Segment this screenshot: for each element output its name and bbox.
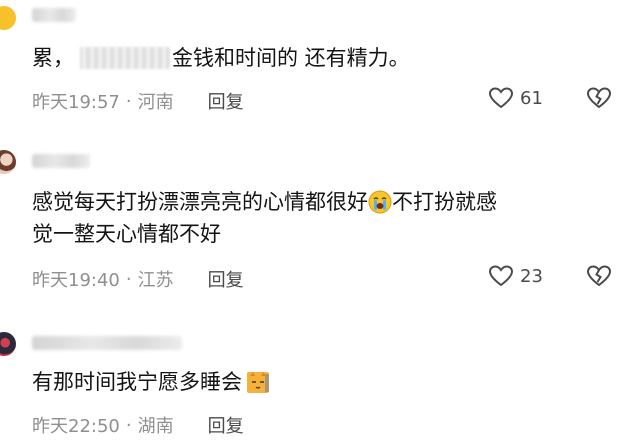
like-count: 61 bbox=[520, 87, 543, 109]
comment-time: 昨天19:40 bbox=[32, 270, 120, 291]
broken-heart-icon bbox=[586, 87, 612, 109]
comment-time: 昨天19:57 bbox=[32, 92, 120, 113]
reply-button[interactable]: 回复 bbox=[208, 88, 244, 114]
username-blurred[interactable] bbox=[32, 154, 90, 168]
comment-text: 累， 金钱和时间的 还有精力。 bbox=[32, 42, 630, 74]
comment-text-part: 不打扮就感 bbox=[392, 190, 497, 214]
username-blurred[interactable] bbox=[32, 8, 76, 22]
redacted-text bbox=[80, 47, 170, 69]
avatar[interactable] bbox=[0, 332, 16, 356]
comment-location: 江苏 bbox=[137, 270, 174, 291]
like-button[interactable]: 23 bbox=[488, 264, 543, 288]
avatar[interactable] bbox=[0, 6, 16, 30]
comment-text-part: 有那时间我宁愿多睡会 bbox=[32, 370, 242, 394]
dislike-button[interactable] bbox=[586, 264, 612, 292]
comment-text: 感觉每天打扮漂漂亮亮的心情都很好 不打扮就感 觉一整天心情都不好 bbox=[32, 186, 630, 250]
dislike-button[interactable] bbox=[586, 86, 612, 114]
comment-text: 有那时间我宁愿多睡会 bbox=[32, 366, 630, 398]
separator-dot: · bbox=[125, 414, 132, 436]
like-button[interactable]: 61 bbox=[488, 86, 543, 110]
crying-face-icon bbox=[368, 190, 392, 214]
comment-location: 湖南 bbox=[137, 416, 174, 437]
comment-time: 昨天22:50 bbox=[32, 416, 120, 437]
avatar[interactable] bbox=[0, 150, 16, 174]
heart-icon bbox=[488, 87, 514, 109]
username-blurred[interactable] bbox=[32, 336, 182, 350]
separator-dot: · bbox=[125, 268, 132, 290]
comment-text-part: 感觉每天打扮漂漂亮亮的心情都很好 bbox=[32, 190, 368, 214]
reply-button[interactable]: 回复 bbox=[208, 266, 244, 292]
comment-text-part: 金钱和时间的 还有精力。 bbox=[172, 46, 410, 70]
comment-location: 河南 bbox=[137, 92, 174, 113]
broken-heart-icon bbox=[586, 265, 612, 287]
separator-dot: · bbox=[125, 90, 132, 112]
comment-meta: 昨天19:40 · 江苏 回复 bbox=[32, 266, 244, 292]
reply-button[interactable]: 回复 bbox=[208, 412, 244, 438]
comment-text-part: 累， bbox=[32, 46, 74, 70]
comment-text-part: 觉一整天心情都不好 bbox=[32, 222, 221, 246]
comment-meta: 昨天19:57 · 河南 回复 bbox=[32, 88, 244, 114]
heart-icon bbox=[488, 265, 514, 287]
sleepy-cat-icon bbox=[247, 372, 269, 393]
comment-meta: 昨天22:50 · 湖南 回复 bbox=[32, 412, 244, 438]
like-count: 23 bbox=[520, 265, 543, 287]
